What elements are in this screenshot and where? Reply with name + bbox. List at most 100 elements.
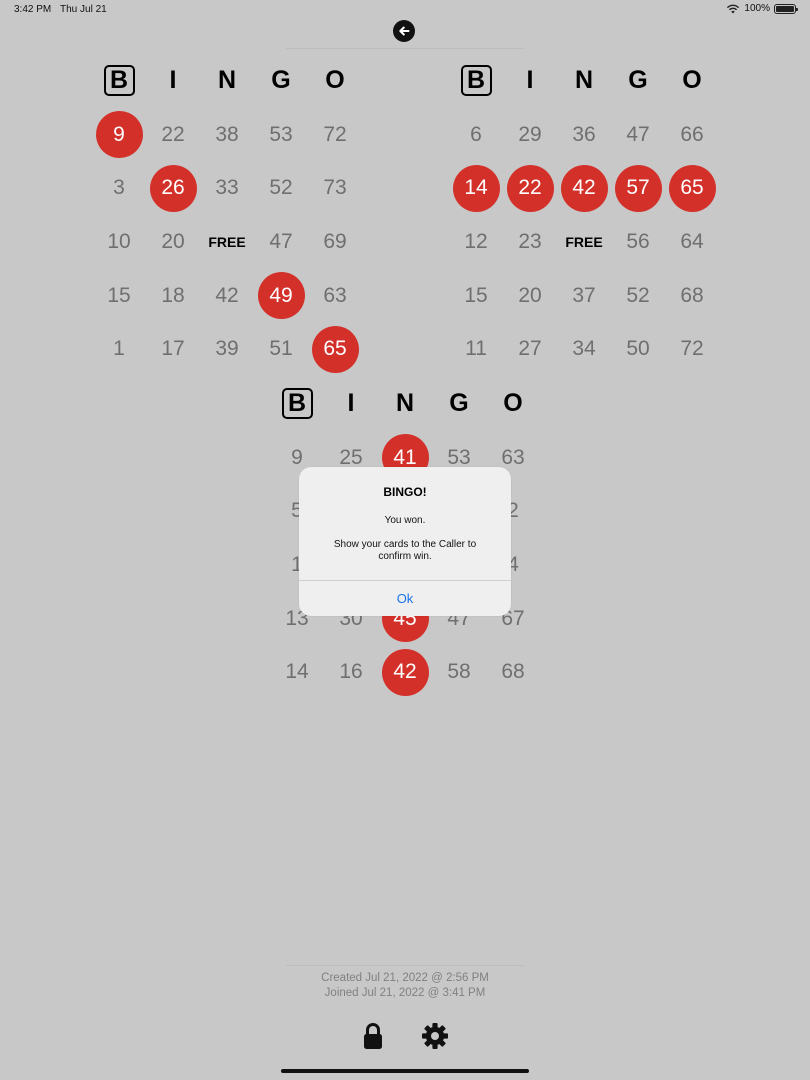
column-header-n: N [200, 54, 254, 108]
number-cell[interactable]: 63 [308, 269, 362, 323]
number-cell[interactable]: 10 [92, 215, 146, 269]
number-cell[interactable]: 58 [432, 645, 486, 699]
cell-number: 38 [215, 122, 239, 146]
dialog-ok-button[interactable]: Ok [299, 581, 511, 616]
number-cell[interactable]: 69 [308, 215, 362, 269]
cell-number: 50 [626, 337, 650, 361]
number-cell[interactable]: 33 [200, 161, 254, 215]
column-header-n: N [557, 54, 611, 108]
number-cell[interactable]: 27 [503, 322, 557, 376]
number-cell[interactable]: 39 [200, 322, 254, 376]
number-cell[interactable]: 16 [324, 645, 378, 699]
column-header-label: G [449, 389, 469, 418]
number-cell[interactable]: 1 [92, 322, 146, 376]
number-cell[interactable]: 29 [503, 108, 557, 162]
wifi-icon [727, 4, 740, 13]
column-header-label: O [325, 66, 345, 95]
free-cell[interactable]: FREE [557, 215, 611, 269]
column-header-g: G [254, 54, 308, 108]
cell-number: 72 [323, 122, 347, 146]
cell-number: 37 [572, 283, 596, 307]
number-cell[interactable]: 15 [92, 269, 146, 323]
column-header-label: N [395, 389, 415, 418]
number-cell[interactable]: 3 [92, 161, 146, 215]
number-cell[interactable]: 36 [557, 108, 611, 162]
column-header-label: O [682, 66, 702, 95]
number-cell[interactable]: 51 [254, 322, 308, 376]
lock-icon[interactable] [362, 1022, 384, 1050]
number-cell[interactable]: 47 [254, 215, 308, 269]
number-cell[interactable]: 52 [254, 161, 308, 215]
number-cell[interactable]: 6 [449, 108, 503, 162]
back-button[interactable] [393, 20, 415, 42]
number-cell[interactable]: 72 [308, 108, 362, 162]
cell-number: 33 [215, 176, 239, 200]
free-cell[interactable]: FREE [200, 215, 254, 269]
cell-number: 72 [680, 337, 704, 361]
column-header-label: B [103, 65, 135, 97]
home-indicator[interactable] [281, 1069, 529, 1073]
number-cell[interactable]: 53 [254, 108, 308, 162]
marked-number-cell[interactable]: 49 [254, 269, 308, 323]
column-header-i: I [503, 54, 557, 108]
number-cell[interactable]: 42 [200, 269, 254, 323]
cell-number: 10 [107, 229, 131, 253]
marked-number-cell[interactable]: 26 [146, 161, 200, 215]
number-cell[interactable]: 20 [146, 215, 200, 269]
number-cell[interactable]: 37 [557, 269, 611, 323]
marked-number-cell[interactable]: 14 [449, 161, 503, 215]
cell-number: 14 [285, 660, 309, 684]
column-header-label: N [574, 66, 594, 95]
number-cell[interactable]: 73 [308, 161, 362, 215]
column-header-o: O [308, 54, 362, 108]
footer-divider [286, 965, 524, 966]
number-cell[interactable]: 14 [270, 645, 324, 699]
joined-timestamp: Joined Jul 21, 2022 @ 3:41 PM [324, 987, 486, 999]
marked-number-cell[interactable]: 22 [503, 161, 557, 215]
column-header-o: O [665, 54, 719, 108]
bingo-card-2: B I N G O 6 29 36 47 66 14 22 42 57 65 12 23 FREE 56 64 15 20… [449, 54, 719, 376]
number-cell[interactable]: 12 [449, 215, 503, 269]
cell-number: 53 [269, 122, 293, 146]
number-cell[interactable]: 34 [557, 322, 611, 376]
battery-percent: 100% [744, 3, 770, 14]
cell-number: 20 [518, 283, 542, 307]
number-cell[interactable]: 22 [146, 108, 200, 162]
column-header-o: O [486, 377, 540, 431]
cell-number: 42 [560, 164, 608, 212]
cell-number: 29 [518, 122, 542, 146]
gear-icon[interactable] [421, 1022, 449, 1050]
number-cell[interactable]: 68 [665, 269, 719, 323]
marked-number-cell[interactable]: 42 [378, 645, 432, 699]
number-cell[interactable]: 52 [611, 269, 665, 323]
number-cell[interactable]: 50 [611, 322, 665, 376]
marked-number-cell[interactable]: 65 [308, 322, 362, 376]
cell-number: 51 [269, 337, 293, 361]
column-header-label: B [281, 388, 313, 420]
number-cell[interactable]: 64 [665, 215, 719, 269]
number-cell[interactable]: 20 [503, 269, 557, 323]
marked-number-cell[interactable]: 9 [92, 108, 146, 162]
number-cell[interactable]: 15 [449, 269, 503, 323]
bingo-grid: B I N G O 6 29 36 47 66 14 22 42 57 65 12 23 FREE 56 64 15 20… [449, 54, 719, 376]
number-cell[interactable]: 68 [486, 645, 540, 699]
number-cell[interactable]: 11 [449, 322, 503, 376]
number-cell[interactable]: 56 [611, 215, 665, 269]
number-cell[interactable]: 72 [665, 322, 719, 376]
marked-number-cell[interactable]: 65 [665, 161, 719, 215]
cell-number: 39 [215, 337, 239, 361]
marked-number-cell[interactable]: 57 [611, 161, 665, 215]
number-cell[interactable]: 18 [146, 269, 200, 323]
number-cell[interactable]: 66 [665, 108, 719, 162]
cell-number: 15 [464, 283, 488, 307]
number-cell[interactable]: 47 [611, 108, 665, 162]
cell-number: 42 [381, 648, 429, 696]
cell-number: 57 [614, 164, 662, 212]
number-cell[interactable]: 17 [146, 322, 200, 376]
column-header-b: B [270, 377, 324, 431]
cell-number: 52 [269, 176, 293, 200]
marked-number-cell[interactable]: 42 [557, 161, 611, 215]
bingo-grid: B I N G O 9 22 38 53 72 3 26 33 52 73 10 20 FREE 47 69 15 18 4… [92, 54, 362, 376]
number-cell[interactable]: 38 [200, 108, 254, 162]
number-cell[interactable]: 23 [503, 215, 557, 269]
